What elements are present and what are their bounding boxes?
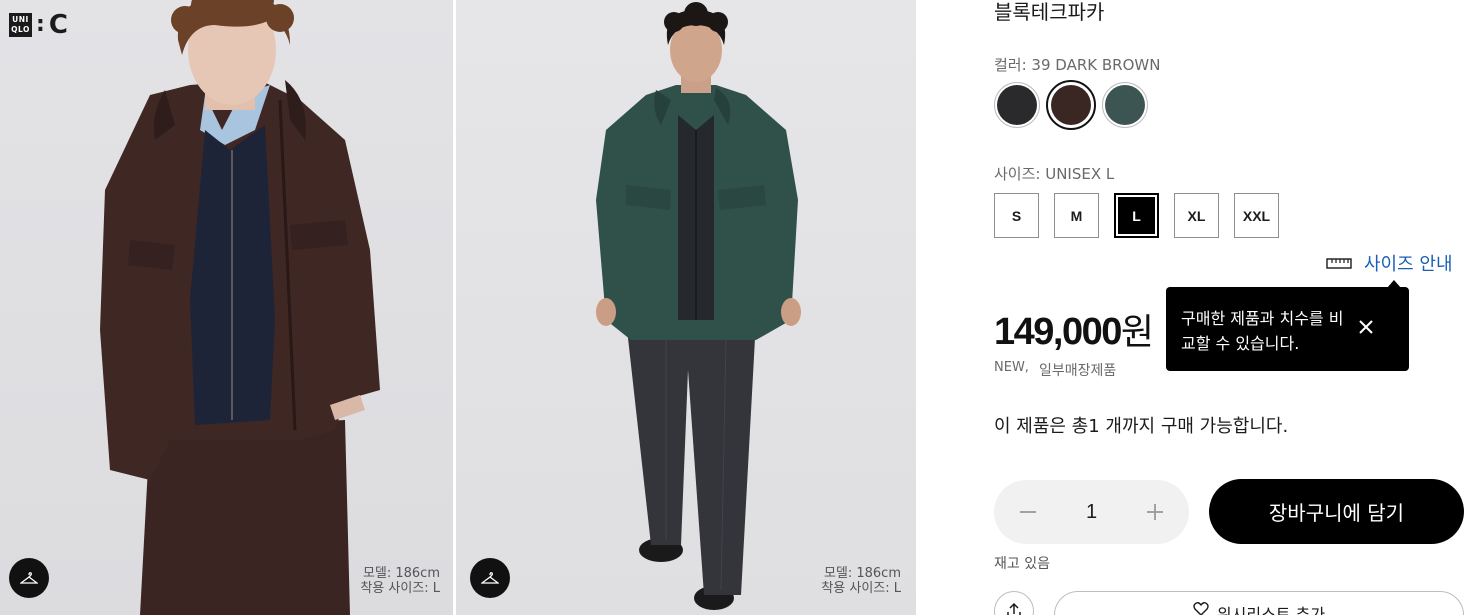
size-button-xxl[interactable]: XXL [1234, 193, 1279, 238]
product-title: 블록테크파카 [994, 0, 1105, 24]
quantity-stepper: 1 [994, 480, 1189, 544]
model-size: 착용 사이즈: L [360, 581, 440, 596]
quantity-increase-button[interactable] [1143, 500, 1167, 524]
color-swatch-dark-green[interactable] [1102, 82, 1148, 128]
size-guide-link[interactable]: 사이즈 안내 [1326, 250, 1453, 276]
quantity-value[interactable]: 1 [1086, 501, 1097, 524]
flag-store-only: 일부매장제품 [1038, 363, 1117, 379]
size-button-xl[interactable]: XL [1174, 193, 1219, 238]
logo-colon: : [36, 12, 45, 37]
color-swatch-black[interactable] [994, 82, 1040, 128]
color-swatches [994, 80, 1148, 130]
color-swatch-dark-brown[interactable] [1046, 80, 1096, 130]
share-icon [1007, 602, 1021, 615]
product-flags: NEW, 일부매장제품 [994, 360, 1116, 380]
flag-new: NEW, [994, 360, 1029, 375]
product-photo-2[interactable]: 모델: 186cm 착용 사이즈: L [456, 0, 916, 615]
logo-suffix: C [48, 10, 68, 40]
quantity-decrease-button[interactable] [1016, 500, 1040, 524]
hanger-icon [20, 572, 38, 584]
model-photo-green-jacket [596, 2, 801, 610]
try-on-button[interactable] [9, 558, 49, 598]
color-label: 컬러: 39 DARK BROWN [994, 56, 1161, 74]
plus-icon [1147, 504, 1163, 520]
share-button[interactable] [994, 591, 1034, 615]
stock-status: 재고 있음 [994, 556, 1050, 572]
try-on-button-2[interactable] [470, 558, 510, 598]
swatch-dot [1051, 85, 1091, 125]
minus-icon [1020, 511, 1036, 513]
model-height: 모델: 186cm [823, 566, 901, 581]
add-to-cart-button[interactable]: 장바구니에 담기 [1209, 479, 1464, 544]
size-label: 사이즈: UNISEX L [994, 165, 1115, 183]
purchase-limit-notice: 이 제품은 총1 개까지 구매 가능합니다. [994, 416, 1289, 437]
uniqlo-logo-box: UNI QLO [9, 13, 32, 37]
tooltip-close-button[interactable] [1356, 317, 1376, 337]
size-compare-tooltip: 구매한 제품과 치수를 비교할 수 있습니다. [1166, 280, 1409, 371]
swatch-dot [997, 85, 1037, 125]
product-price: 149,000원 [994, 307, 1154, 358]
model-info-2: 모델: 186cm 착용 사이즈: L [821, 566, 901, 596]
tooltip-text: 구매한 제품과 치수를 비교할 수 있습니다. [1181, 309, 1344, 353]
size-selector: S M L XL XXL [994, 193, 1279, 238]
size-guide-label: 사이즈 안내 [1364, 254, 1453, 275]
product-detail-panel: 블록테크파카 컬러: 39 DARK BROWN 사이즈: UNISEX L S… [916, 0, 1475, 615]
price-value: 149,000 [994, 311, 1122, 353]
hanger-icon [481, 572, 499, 584]
close-icon [1359, 320, 1373, 334]
swatch-dot [1105, 85, 1145, 125]
ruler-icon [1326, 258, 1352, 269]
price-currency: 원 [1120, 312, 1154, 353]
product-photo-1[interactable]: UNI QLO : C 모델: 186cm 착용 사이즈: L [0, 0, 453, 615]
size-button-m[interactable]: M [1054, 193, 1099, 238]
wishlist-label: 위시리스트 추가 [1216, 605, 1326, 615]
model-size: 착용 사이즈: L [821, 581, 901, 596]
model-photo-brown-jacket [100, 0, 380, 615]
brand-logo[interactable]: UNI QLO : C [9, 12, 68, 38]
size-button-s[interactable]: S [994, 193, 1039, 238]
heart-icon [1193, 602, 1209, 615]
product-gallery: UNI QLO : C 모델: 186cm 착용 사이즈: L 모델: 186c… [0, 0, 916, 615]
size-button-l[interactable]: L [1114, 193, 1159, 238]
model-info-1: 모델: 186cm 착용 사이즈: L [360, 566, 440, 596]
model-height: 모델: 186cm [362, 566, 440, 581]
add-to-wishlist-button[interactable]: 위시리스트 추가 [1054, 591, 1464, 615]
